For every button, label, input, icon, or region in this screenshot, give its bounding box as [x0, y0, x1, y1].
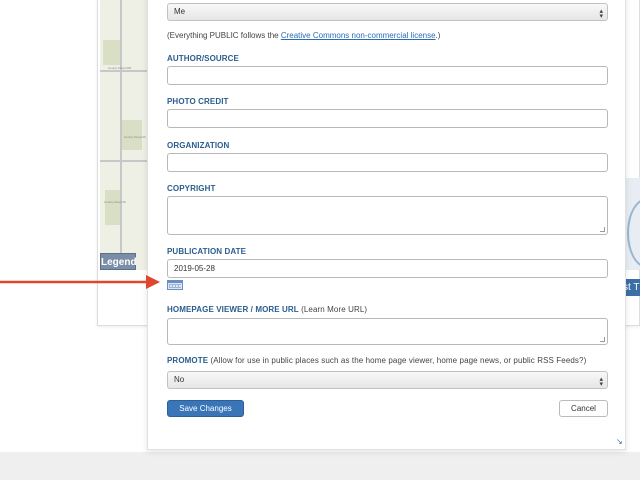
author-label: AUTHOR/SOURCE	[167, 54, 239, 63]
map-curve	[627, 198, 640, 268]
map-label: County Road 26	[124, 135, 146, 139]
copyright-label: COPYRIGHT	[167, 184, 216, 193]
homepage-url-textarea[interactable]	[167, 318, 608, 345]
publication-date-label: PUBLICATION DATE	[167, 247, 247, 256]
updown-arrows-icon: ▾	[599, 13, 603, 20]
map-road	[120, 0, 122, 270]
promote-select-value: No	[174, 375, 185, 384]
license-link[interactable]: Creative Commons non-commercial license	[281, 31, 436, 40]
license-prefix: (Everything PUBLIC follows the	[167, 31, 281, 40]
map-label: County Road 256	[108, 66, 132, 70]
resize-grip-icon[interactable]	[600, 227, 605, 232]
resize-corner-icon[interactable]: ↘	[616, 437, 623, 446]
calendar-header	[168, 281, 182, 283]
owner-select[interactable]: Me ▴ ▾	[167, 3, 608, 21]
edit-form-modal: Me ▴ ▾ (Everything PUBLIC follows the Cr…	[147, 0, 626, 450]
owner-select-value: Me	[174, 7, 186, 16]
page-footer-band	[0, 452, 640, 480]
map-field	[105, 190, 121, 225]
map-left-strip: County Road 256 County Road 26 County Ro…	[100, 0, 147, 270]
promote-note: (Allow for use in public places such as …	[208, 356, 587, 365]
map-road	[100, 70, 147, 72]
cancel-button[interactable]: Cancel	[559, 400, 608, 417]
homepage-url-label: HOMEPAGE VIEWER / MORE URL (Learn More U…	[167, 305, 367, 314]
calendar-icon[interactable]	[167, 280, 183, 290]
map-right-strip	[625, 178, 640, 270]
author-input[interactable]	[167, 66, 608, 85]
organization-label: ORGANIZATION	[167, 141, 230, 150]
organization-input[interactable]	[167, 153, 608, 172]
license-suffix: .)	[435, 31, 441, 40]
promote-label: PROMOTE (Allow for use in public places …	[167, 356, 586, 365]
updown-arrows-icon: ▾	[599, 381, 603, 388]
publication-date-input[interactable]: 2019-05-28	[167, 259, 608, 278]
homepage-url-title: HOMEPAGE VIEWER / MORE URL	[167, 305, 299, 314]
legend-button[interactable]: Legend	[100, 253, 137, 270]
save-changes-button[interactable]: Save Changes	[167, 400, 244, 417]
license-note: (Everything PUBLIC follows the Creative …	[167, 31, 440, 40]
homepage-url-note: (Learn More URL)	[298, 305, 368, 314]
photo-credit-input[interactable]	[167, 109, 608, 128]
promote-title: PROMOTE	[167, 356, 209, 365]
calendar-grid	[169, 284, 181, 288]
map-label: County Road 28	[104, 200, 126, 204]
map-field	[103, 40, 121, 65]
photo-credit-label: PHOTO CREDIT	[167, 97, 229, 106]
promote-select[interactable]: No ▴ ▾	[167, 371, 608, 389]
red-arrow-icon	[0, 275, 160, 289]
copyright-textarea[interactable]	[167, 196, 608, 235]
map-road	[100, 160, 147, 162]
resize-grip-icon[interactable]	[600, 337, 605, 342]
